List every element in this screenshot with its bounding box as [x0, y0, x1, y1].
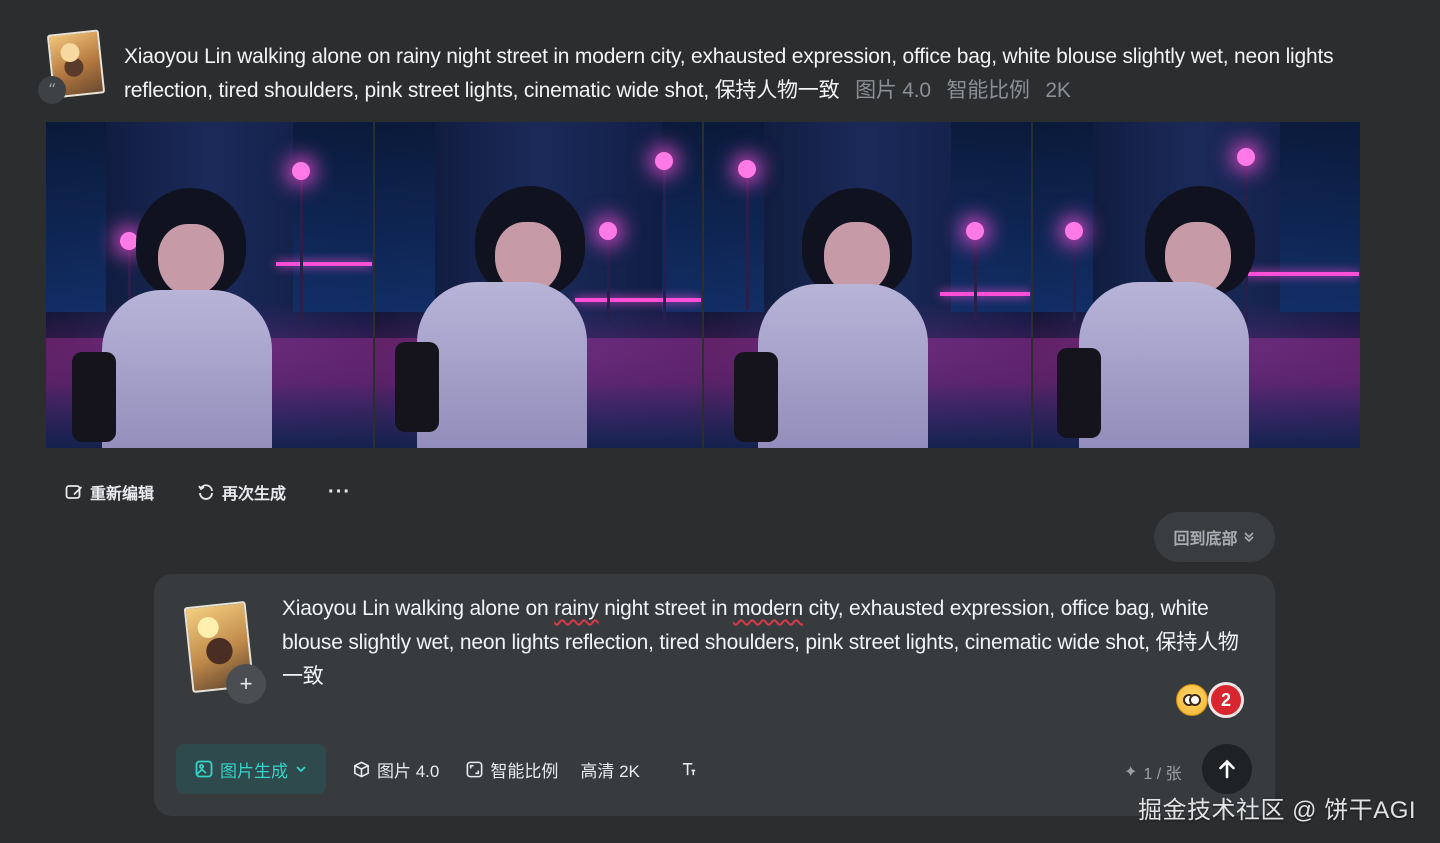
regenerate-label: 再次生成	[222, 486, 287, 503]
generated-image-1[interactable]	[46, 122, 373, 448]
send-button[interactable]	[1202, 744, 1252, 794]
composer-toolbar: 图片生成 图片 4.0 智能比例 高清 2K	[176, 744, 699, 794]
text-format-button[interactable]	[680, 760, 699, 779]
prompt-input-text: night street in	[598, 597, 733, 620]
mode-label: 图片生成	[220, 761, 288, 781]
edit-icon	[65, 485, 83, 499]
quality-label: 高清 2K	[580, 761, 640, 781]
prompt-composer: + Xiaoyou Lin walking alone on rainy nig…	[154, 574, 1275, 816]
prompt-input[interactable]: Xiaoyou Lin walking alone on rainy night…	[282, 592, 1252, 694]
reference-thumbnail[interactable]: “	[38, 29, 106, 104]
prompt-text: Xiaoyou Lin walking alone on rainy night…	[124, 40, 1364, 108]
more-button[interactable]: ···	[328, 481, 351, 504]
model-label: 图片 4.0	[377, 761, 440, 781]
regenerate-button[interactable]: 再次生成	[196, 480, 286, 504]
scroll-to-bottom-label: 回到底部	[1173, 531, 1238, 548]
image-grid	[46, 122, 1360, 448]
misspelled-word: rainy	[554, 597, 599, 620]
reedit-button[interactable]: 重新编辑	[64, 480, 154, 504]
add-reference-button[interactable]: +	[226, 664, 266, 704]
cube-icon	[354, 760, 369, 778]
generated-image-4[interactable]	[1033, 122, 1360, 448]
prompt-ratio: 智能比例	[946, 79, 1030, 102]
prompt-body: Xiaoyou Lin walking alone on rainy night…	[124, 45, 1334, 102]
aspect-ratio-icon	[466, 761, 483, 777]
misspelled-word: modern	[732, 597, 803, 620]
prompt-model: 图片 4.0	[855, 79, 931, 102]
sparkle-icon: ✦	[1124, 764, 1138, 781]
result-actions: 重新编辑 再次生成 ···	[64, 478, 351, 506]
reedit-label: 重新编辑	[90, 486, 155, 503]
generated-image-3[interactable]	[704, 122, 1031, 448]
ratio-select[interactable]: 智能比例	[465, 757, 558, 782]
credits-indicator: ✦ 1 / 张	[1124, 760, 1182, 784]
ratio-label: 智能比例	[490, 761, 559, 781]
arrow-up-icon	[1219, 759, 1235, 779]
scroll-to-bottom-button[interactable]: 回到底部	[1154, 512, 1275, 562]
quality-select[interactable]: 高清 2K	[580, 757, 640, 782]
mode-select[interactable]: 图片生成	[176, 744, 326, 794]
reaction-badge[interactable]: 2	[1176, 682, 1246, 718]
text-format-icon	[682, 762, 696, 775]
refresh-icon	[198, 484, 213, 500]
prompt-resolution: 2K	[1045, 79, 1071, 102]
prompt-input-text: Xiaoyou Lin walking alone on	[282, 597, 555, 620]
generated-image-2[interactable]	[375, 122, 702, 448]
image-gen-icon	[195, 760, 213, 778]
prompt-header: “ Xiaoyou Lin walking alone on rainy nig…	[38, 29, 1366, 110]
double-chevron-down-icon	[1243, 532, 1254, 543]
chevron-down-icon	[296, 766, 306, 773]
quote-icon[interactable]: “	[38, 76, 66, 104]
reaction-count: 2	[1208, 682, 1244, 718]
emoji-icon	[1176, 684, 1208, 716]
model-select[interactable]: 图片 4.0	[352, 757, 439, 782]
watermark: 掘金技术社区 @ 饼干AGI	[1138, 797, 1417, 824]
credits-label: 1 / 张	[1143, 766, 1182, 783]
